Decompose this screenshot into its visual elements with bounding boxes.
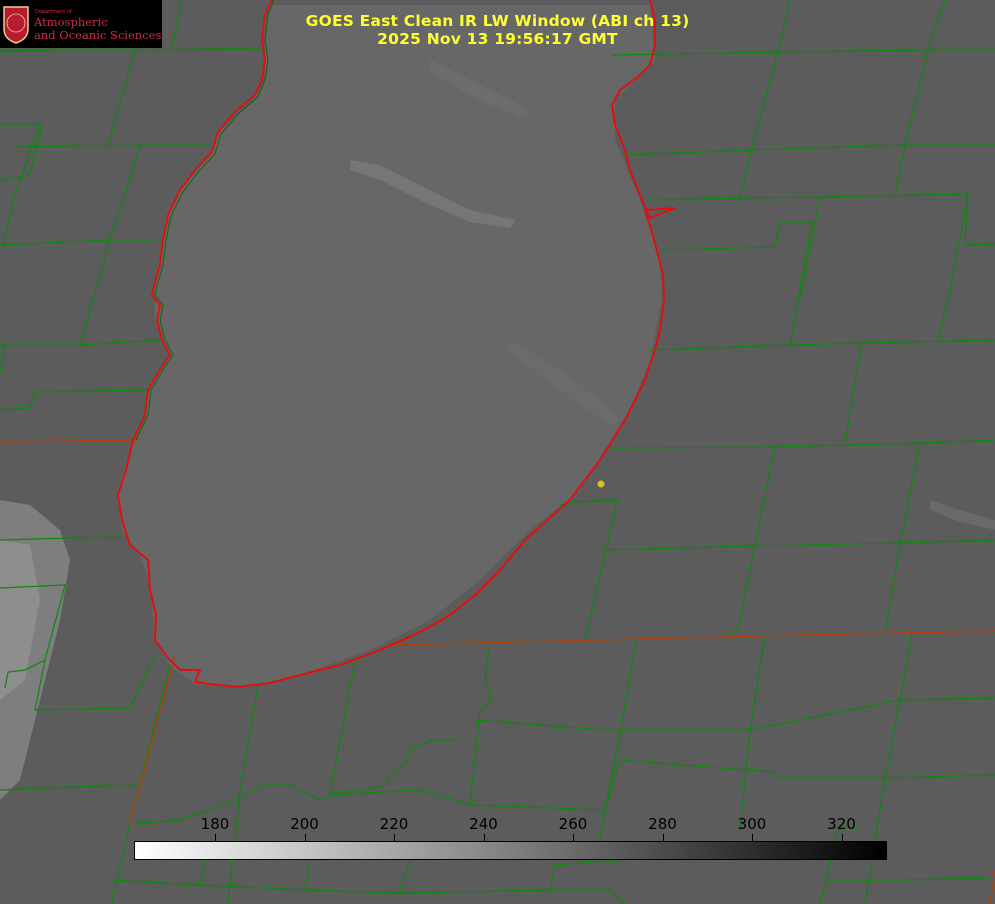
colorbar-tick-label: 180 <box>200 815 230 833</box>
colorbar-tick <box>662 834 664 841</box>
colorbar-tick-label: 240 <box>469 815 498 833</box>
colorbar-tick-label: 220 <box>379 815 409 833</box>
colorbar-tick <box>573 834 574 841</box>
colorbar <box>134 841 887 860</box>
colorbar-tick-label: 280 <box>648 815 677 833</box>
colorbar-tick-label: 260 <box>558 815 588 833</box>
colorbar-tick <box>304 834 306 841</box>
colorbar-tick-label: 300 <box>737 815 767 833</box>
colorbar-tick <box>483 834 485 841</box>
colorbar-tick-label: 320 <box>827 815 856 833</box>
image-title: GOES East Clean IR LW Window (ABI ch 13) <box>305 12 690 30</box>
colorbar-tick <box>215 834 216 841</box>
colorbar-tick <box>394 834 395 841</box>
image-timestamp: 2025 Nov 13 19:56:17 GMT <box>377 30 618 48</box>
colorbar-tick <box>841 834 843 841</box>
colorbar-tick-label: 200 <box>290 815 319 833</box>
satellite-map <box>0 0 995 904</box>
station-marker <box>597 480 605 488</box>
colorbar-tick <box>752 834 753 841</box>
